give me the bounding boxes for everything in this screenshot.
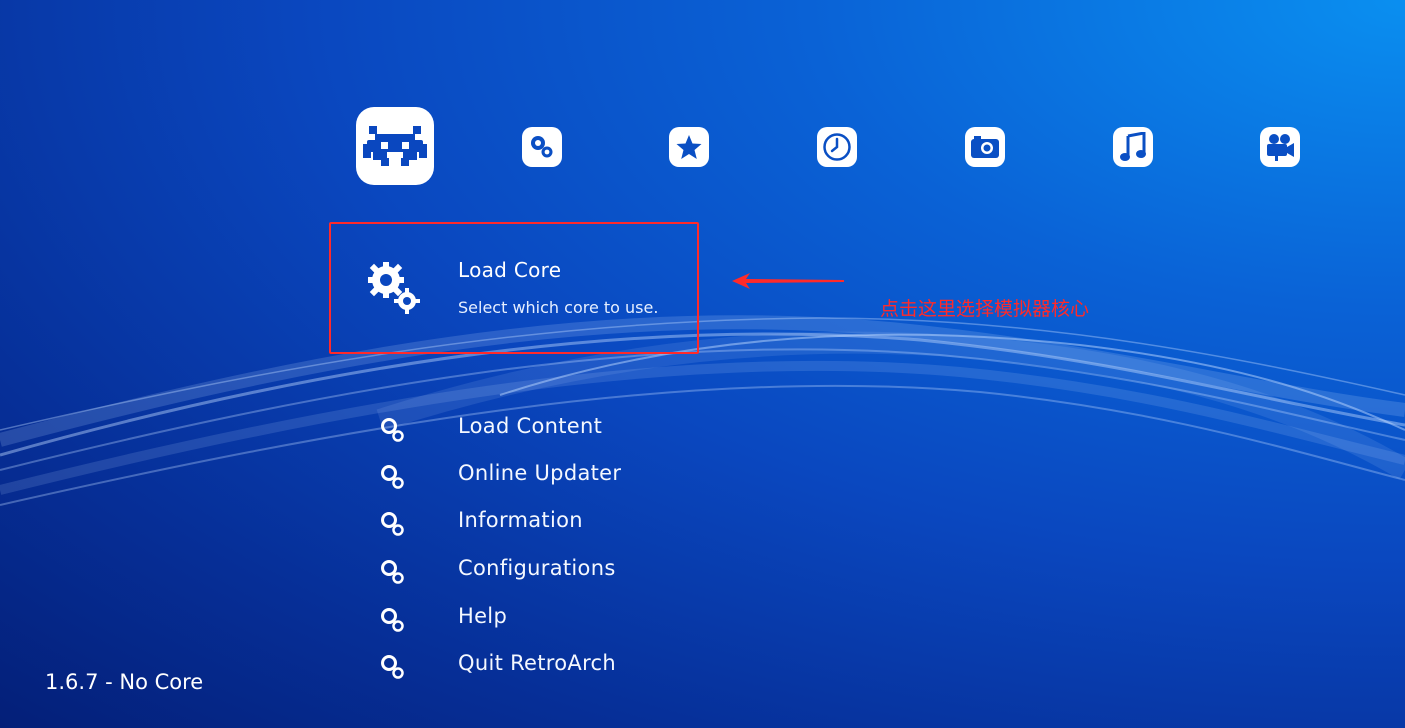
category-settings[interactable]	[522, 127, 562, 167]
menu-item-label: Information	[458, 508, 583, 532]
menu-item-label: Configurations	[458, 556, 616, 580]
gears-icon	[381, 512, 404, 536]
menu-item-label: Online Updater	[458, 461, 622, 485]
gears-icon	[381, 560, 404, 584]
category-video[interactable]	[1260, 127, 1300, 167]
menu-item-load-content[interactable]: Load Content	[378, 412, 678, 446]
annotation-highlight-box	[329, 222, 699, 354]
annotation-text: 点击这里选择模拟器核心	[880, 298, 1090, 320]
menu-item-label: Help	[458, 604, 508, 628]
menu-item-information[interactable]: Information	[378, 506, 678, 540]
annotation-arrow-icon	[732, 273, 844, 289]
category-favorites[interactable]	[669, 127, 709, 167]
category-history[interactable]	[817, 127, 857, 167]
gears-icon	[381, 418, 404, 442]
favorites-star-icon	[676, 135, 702, 159]
status-version-text: 1.6.7 - No Core	[45, 670, 204, 694]
images-camera-icon	[971, 136, 999, 158]
menu-item-label: Quit RetroArch	[458, 651, 616, 675]
menu-item-configurations[interactable]: Configurations	[378, 554, 678, 588]
history-clock-icon	[823, 133, 851, 161]
menu-item-quit-retroarch[interactable]: Quit RetroArch	[378, 649, 678, 683]
gears-icon	[381, 608, 404, 632]
gears-icon	[381, 465, 404, 489]
background-wave	[0, 315, 1405, 506]
category-images[interactable]	[965, 127, 1005, 167]
category-main-menu[interactable]	[356, 107, 434, 185]
music-note-icon	[1120, 132, 1146, 161]
video-camera-icon	[1267, 134, 1294, 161]
settings-gears-icon	[531, 136, 553, 158]
category-music[interactable]	[1113, 127, 1153, 167]
menu-item-label: Load Content	[458, 414, 603, 438]
menu-item-online-updater[interactable]: Online Updater	[378, 459, 678, 493]
retroarch-invader-icon	[363, 126, 427, 166]
menu-item-help[interactable]: Help	[378, 602, 678, 636]
gears-icon	[381, 655, 404, 679]
